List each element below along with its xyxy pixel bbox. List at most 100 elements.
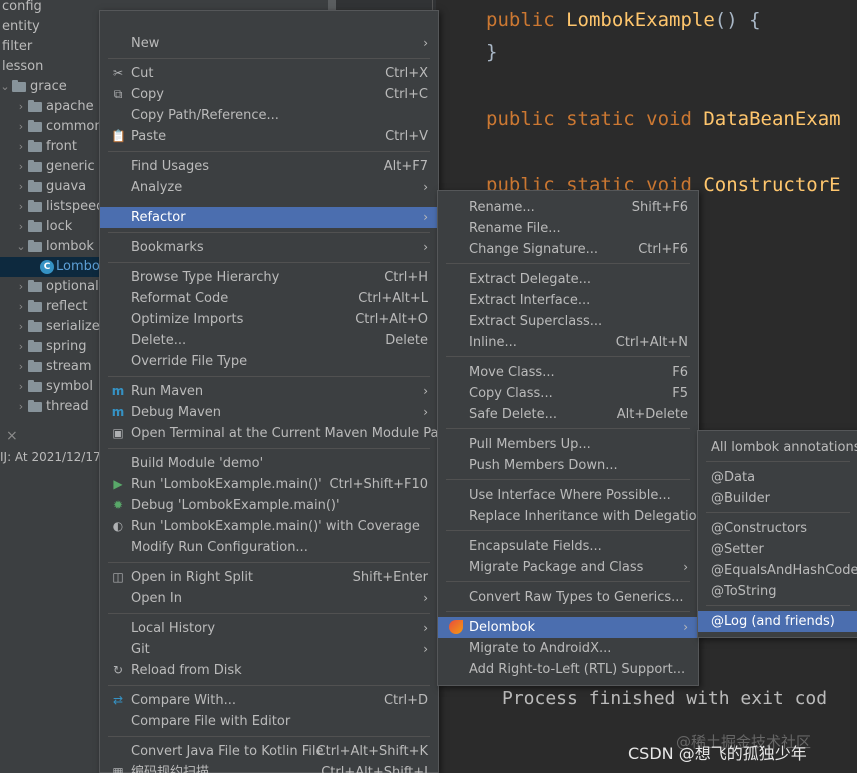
menu-item-reformat-code[interactable]: Reformat Code Ctrl+Alt+L	[100, 288, 438, 309]
menu-item-run-lombokexample-main-with-coverage[interactable]: ◐ Run 'LombokExample.main()' with Coverag…	[100, 516, 438, 537]
menu-item-git[interactable]: Git ›	[100, 639, 438, 660]
menu-icon: ⇄	[112, 693, 124, 707]
tree-item-label: grace	[30, 79, 67, 94]
menu-item-rename-file[interactable]: Rename File...	[438, 218, 698, 239]
menu-item-copy-path-reference[interactable]: Copy Path/Reference...	[100, 105, 438, 126]
menu-item-copy[interactable]: ⧉ Copy Ctrl+C	[100, 84, 438, 105]
menu-item-open-terminal-at-the-current-maven-module-path[interactable]: ▣ Open Terminal at the Current Maven Modu…	[100, 423, 451, 444]
menu-item-compare-file-with-editor[interactable]: Compare File with Editor	[100, 711, 438, 732]
chevron-down-icon[interactable]: ⌄	[0, 77, 10, 97]
menu-item-delombok[interactable]: Delombok ›	[438, 617, 698, 638]
menu-item-move-class[interactable]: Move Class... F6	[438, 362, 698, 383]
tree-item-label: symbol	[46, 379, 93, 394]
menu-item-setter[interactable]: @Setter	[698, 539, 857, 560]
menu-item-tostring[interactable]: @ToString	[698, 581, 857, 602]
menu-item-push-members-down[interactable]: Push Members Down...	[438, 455, 698, 476]
menu-item-find-usages[interactable]: Find Usages Alt+F7	[100, 156, 438, 177]
menu-item-reload-from-disk[interactable]: ↻ Reload from Disk	[100, 660, 438, 681]
menu-item-constructors[interactable]: @Constructors	[698, 518, 857, 539]
menu-item-label: Extract Interface...	[469, 293, 591, 308]
menu-item-debug-maven[interactable]: m Debug Maven ›	[100, 402, 438, 423]
chevron-right-icon[interactable]: ›	[16, 217, 26, 237]
folder-icon	[28, 400, 42, 412]
menu-item-replace-inheritance-with-delegation[interactable]: Replace Inheritance with Delegation...	[438, 506, 717, 527]
menu-item-label: Replace Inheritance with Delegation...	[469, 509, 718, 524]
menu-item-debug-lombokexample-main[interactable]: ✹ Debug 'LombokExample.main()'	[100, 495, 438, 516]
menu-separator	[706, 512, 850, 513]
chevron-right-icon[interactable]: ›	[16, 97, 26, 117]
menu-item-extract-superclass[interactable]: Extract Superclass...	[438, 311, 698, 332]
menu-item-run-lombokexample-main[interactable]: ▶ Run 'LombokExample.main()' Ctrl+Shift+F1…	[100, 474, 438, 495]
chevron-right-icon[interactable]: ›	[16, 357, 26, 377]
close-icon[interactable]: ×	[6, 428, 18, 444]
menu-item-use-interface-where-possible[interactable]: Use Interface Where Possible...	[438, 485, 698, 506]
menu-item-run-maven[interactable]: m Run Maven ›	[100, 381, 438, 402]
chevron-right-icon[interactable]: ›	[16, 297, 26, 317]
menu-item-label: @Setter	[711, 542, 764, 557]
menu-item-paste[interactable]: 📋 Paste Ctrl+V	[100, 126, 438, 147]
menu-item-builder[interactable]: @Builder	[698, 488, 857, 509]
menu-item-encapsulate-fields[interactable]: Encapsulate Fields...	[438, 536, 698, 557]
delombok-icon	[449, 620, 463, 634]
tree-item-lombokexample[interactable]: C Lombo	[0, 257, 100, 277]
tree-item-label: guava	[46, 179, 87, 194]
menu-item-all-lombok-annotations[interactable]: All lombok annotations	[698, 437, 857, 458]
chevron-right-icon[interactable]: ›	[16, 197, 26, 217]
chevron-down-icon[interactable]: ⌄	[16, 237, 26, 257]
tree-item-label: generic	[46, 159, 95, 174]
menu-item-browse-type-hierarchy[interactable]: Browse Type Hierarchy Ctrl+H	[100, 267, 438, 288]
menu-item-open-in-right-split[interactable]: ◫ Open in Right Split Shift+Enter	[100, 567, 438, 588]
menu-item-convert-java-file-to-kotlin-file[interactable]: Convert Java File to Kotlin File Ctrl+Alt…	[100, 741, 438, 762]
menu-item-log-and-friends[interactable]: @Log (and friends)	[698, 611, 857, 632]
menu-item-analyze[interactable]: Analyze ›	[100, 177, 438, 198]
menu-item-copy-class[interactable]: Copy Class... F5	[438, 383, 698, 404]
menu-item-label: Delete...	[131, 333, 187, 348]
menu-shortcut: Ctrl+V	[385, 129, 428, 144]
chevron-right-icon[interactable]: ›	[16, 137, 26, 157]
menu-item-rename[interactable]: Rename... Shift+F6	[438, 197, 698, 218]
menu-item-refactor[interactable]: Refactor ›	[100, 207, 438, 228]
code-token: DataBeanExam	[703, 108, 841, 130]
menu-item-data[interactable]: @Data	[698, 467, 857, 488]
menu-item-delete[interactable]: Delete... Delete	[100, 330, 438, 351]
menu-item-build-module-demo[interactable]: Build Module 'demo'	[100, 453, 438, 474]
menu-item-safe-delete[interactable]: Safe Delete... Alt+Delete	[438, 404, 698, 425]
chevron-right-icon[interactable]: ›	[16, 117, 26, 137]
menu-item-migrate-to-androidx[interactable]: Migrate to AndroidX...	[438, 638, 698, 659]
menu-item-inline[interactable]: Inline... Ctrl+Alt+N	[438, 332, 698, 353]
chevron-right-icon[interactable]: ›	[16, 277, 26, 297]
menu-item-new[interactable]: New ›	[100, 33, 438, 54]
chevron-right-icon[interactable]: ›	[16, 337, 26, 357]
tree-item-label: lock	[46, 219, 73, 234]
menu-item-change-signature[interactable]: Change Signature... Ctrl+F6	[438, 239, 698, 260]
menu-item-bookmarks[interactable]: Bookmarks ›	[100, 237, 438, 258]
chevron-right-icon[interactable]: ›	[16, 377, 26, 397]
menu-item-modify-run-configuration[interactable]: Modify Run Configuration...	[100, 537, 438, 558]
menu-item-local-history[interactable]: Local History ›	[100, 618, 438, 639]
menu-item-label: @Constructors	[711, 521, 808, 536]
menu-item-pull-members-up[interactable]: Pull Members Up...	[438, 434, 698, 455]
menu-item-item[interactable]: ▦ 编码规约扫描 Ctrl+Alt+Shift+J	[100, 762, 438, 773]
chevron-right-icon[interactable]: ›	[16, 177, 26, 197]
menu-item-compare-with[interactable]: ⇄ Compare With... Ctrl+D	[100, 690, 438, 711]
tree-item-label: config	[2, 0, 42, 14]
tree-item-label: spring	[46, 339, 87, 354]
menu-item-extract-interface[interactable]: Extract Interface...	[438, 290, 698, 311]
menu-item-label: Open Terminal at the Current Maven Modul…	[131, 426, 452, 441]
menu-item-open-in[interactable]: Open In ›	[100, 588, 438, 609]
menu-item-add-right-to-left-rtl-support[interactable]: Add Right-to-Left (RTL) Support...	[438, 659, 698, 680]
menu-item-equalsandhashcode[interactable]: @EqualsAndHashCode	[698, 560, 857, 581]
chevron-right-icon[interactable]: ›	[16, 317, 26, 337]
folder-icon	[28, 100, 42, 112]
menu-item-override-file-type[interactable]: Override File Type	[100, 351, 438, 372]
menu-item-migrate-package-and-class[interactable]: Migrate Package and Class ›	[438, 557, 698, 578]
menu-item-extract-delegate[interactable]: Extract Delegate...	[438, 269, 698, 290]
chevron-right-icon[interactable]: ›	[16, 397, 26, 417]
folder-icon	[28, 120, 42, 132]
folder-icon	[28, 140, 42, 152]
menu-item-optimize-imports[interactable]: Optimize Imports Ctrl+Alt+O	[100, 309, 438, 330]
chevron-right-icon[interactable]: ›	[16, 157, 26, 177]
menu-item-convert-raw-types-to-generics[interactable]: Convert Raw Types to Generics...	[438, 587, 698, 608]
menu-icon: ◫	[112, 570, 124, 584]
menu-item-cut[interactable]: ✂ Cut Ctrl+X	[100, 63, 438, 84]
